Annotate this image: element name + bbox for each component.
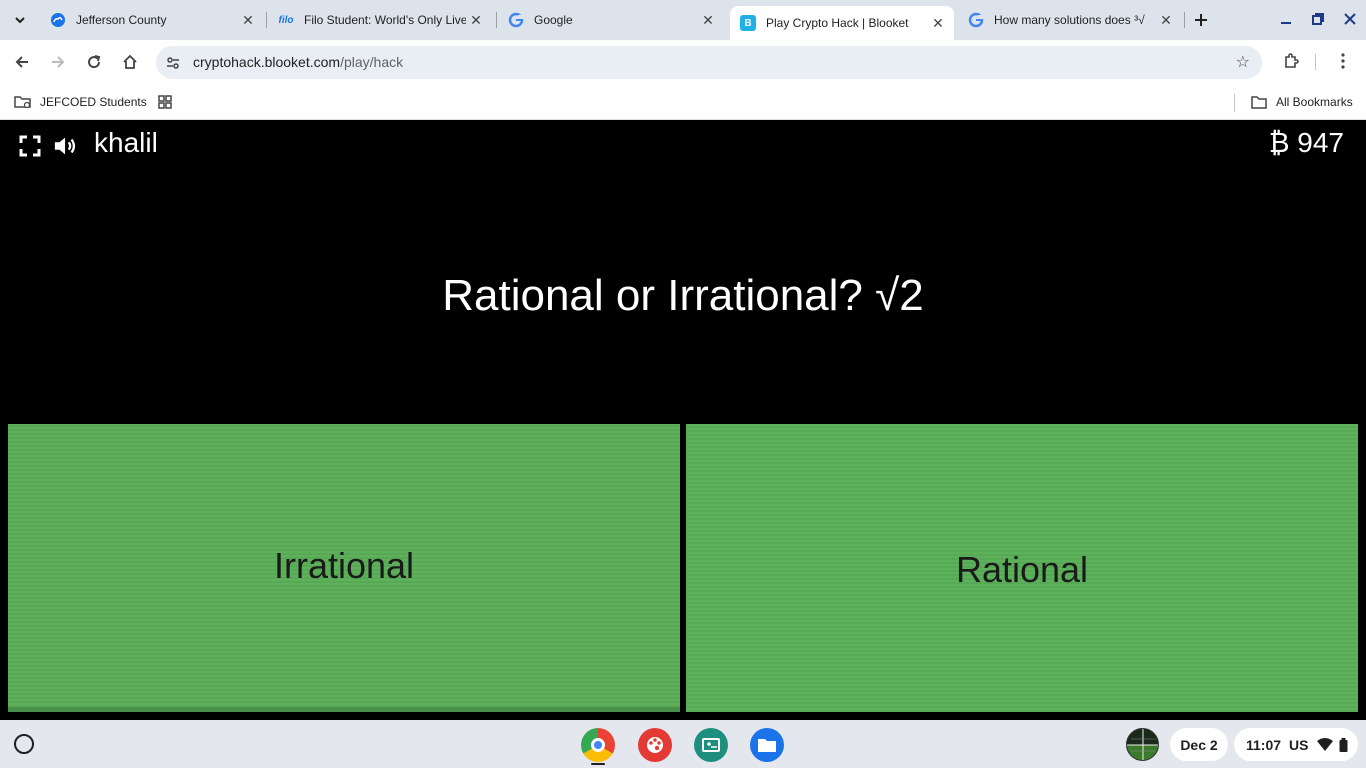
volume-icon (54, 137, 76, 155)
tab-title: Google (534, 13, 573, 27)
more-vert-icon (1341, 53, 1345, 69)
close-tab-icon[interactable]: ✕ (928, 13, 948, 33)
chevron-down-icon (15, 17, 25, 24)
active-app-indicator (591, 763, 605, 765)
url-domain: cryptohack.blooket.com (193, 54, 341, 70)
tab-title: Jefferson County (76, 13, 167, 27)
back-arrow-icon (15, 56, 28, 68)
close-tab-icon[interactable]: ✕ (238, 10, 258, 30)
browser-toolbar: cryptohack.blooket.com/play/hack ☆ (0, 40, 1366, 84)
url-path: /play/hack (340, 54, 404, 70)
bookmark-folder-jefcoed[interactable]: JEFCOED Students (14, 92, 147, 112)
tab-title: How many solutions does ³√ (994, 13, 1145, 27)
close-icon (1344, 13, 1356, 25)
date-text: Dec 2 (1180, 736, 1218, 753)
files-icon[interactable] (750, 728, 784, 762)
reload-icon (88, 55, 101, 69)
site-info-icon[interactable] (164, 54, 182, 72)
fullscreen-icon (19, 135, 41, 157)
bookmarks-separator (1234, 94, 1235, 112)
avatar[interactable] (1126, 728, 1159, 761)
close-window-button[interactable] (1339, 8, 1361, 30)
chrome-center (591, 738, 605, 752)
sound-button[interactable] (53, 133, 79, 159)
close-tab-icon[interactable]: ✕ (466, 10, 486, 30)
tab-separator (496, 12, 497, 28)
cloud-icon (50, 12, 66, 28)
tab-jefferson-county[interactable]: Jefferson County ✕ (40, 0, 264, 40)
browser-menu-button[interactable] (1332, 50, 1354, 72)
managed-folder-icon (14, 95, 32, 109)
forward-button[interactable] (46, 50, 70, 74)
new-tab-button[interactable] (1190, 9, 1212, 31)
minimize-button[interactable] (1275, 8, 1297, 30)
question-text: Rational or Irrational? √2 (442, 271, 924, 320)
bookmarks-bar: JEFCOED Students All Bookmarks (0, 84, 1366, 120)
player-name: khalil (94, 127, 158, 158)
launcher-button[interactable] (14, 734, 34, 754)
tab-search-button[interactable] (6, 8, 34, 32)
battery-icon (1339, 737, 1347, 752)
apps-shortcut[interactable] (156, 92, 182, 112)
game-area: khalil ₿ 947 Rational or Irrational? √2 … (0, 121, 1366, 720)
bitcoin-symbol: ₿ (1268, 127, 1290, 158)
puzzle-icon (1285, 53, 1299, 68)
tab-filo-student[interactable]: filo Filo Student: World's Only Live ✕ (268, 0, 492, 40)
answer-button-rational[interactable]: Rational (686, 424, 1358, 712)
tab-strip: Jefferson County ✕ filo Filo Student: Wo… (0, 0, 1366, 40)
tab-google[interactable]: Google ✕ (498, 0, 724, 40)
answer-label: Rational (955, 549, 1089, 590)
minimize-icon (1281, 22, 1291, 24)
wifi-icon (1316, 737, 1333, 751)
date-tray[interactable]: Dec 2 (1170, 728, 1228, 761)
system-shelf: Dec 2 11:07 US (0, 720, 1366, 768)
tab-title: Filo Student: World's Only Live (304, 13, 466, 27)
close-tab-icon[interactable]: ✕ (698, 10, 718, 30)
fullscreen-button[interactable] (17, 133, 43, 159)
restore-icon (1312, 13, 1324, 25)
reload-button[interactable] (82, 50, 106, 74)
grid-icon (156, 95, 174, 109)
crypto-balance: ₿ 947 (1269, 127, 1344, 159)
close-tab-icon[interactable]: ✕ (1156, 10, 1176, 30)
canvas-paint-icon[interactable] (638, 728, 672, 762)
tab-google-search[interactable]: How many solutions does ³√ ✕ (958, 0, 1182, 40)
balance-value: 947 (1297, 127, 1344, 158)
address-bar[interactable]: cryptohack.blooket.com/play/hack ☆ (156, 46, 1262, 79)
restore-button[interactable] (1307, 8, 1329, 30)
classroom-icon[interactable] (694, 728, 728, 762)
input-method: US (1289, 736, 1309, 753)
google-icon (508, 12, 524, 28)
tab-blooket[interactable]: B Play Crypto Hack | Blooket ✕ (730, 6, 954, 40)
extensions-button[interactable] (1280, 50, 1302, 72)
answer-button-irrational[interactable]: Irrational (8, 424, 680, 712)
tab-title: Play Crypto Hack | Blooket (766, 16, 909, 30)
bookmark-star-icon[interactable]: ☆ (1236, 52, 1250, 72)
toolbar-separator (1315, 54, 1316, 70)
all-bookmarks-button[interactable]: All Bookmarks (1250, 92, 1353, 112)
tab-separator (266, 12, 267, 28)
all-bookmarks-label: All Bookmarks (1276, 95, 1353, 109)
forward-arrow-icon (52, 56, 65, 68)
home-icon (123, 54, 137, 69)
url-text: cryptohack.blooket.com/play/hack (193, 54, 403, 70)
status-tray[interactable]: 11:07 US (1234, 728, 1358, 761)
tab-separator (1184, 12, 1185, 28)
blooket-icon: B (740, 15, 756, 31)
filo-icon: filo (278, 14, 294, 26)
chrome-icon[interactable] (581, 728, 615, 762)
back-button[interactable] (10, 50, 34, 74)
home-button[interactable] (118, 50, 142, 74)
google-icon (968, 12, 984, 28)
bookmark-folder-label: JEFCOED Students (40, 95, 147, 109)
plus-icon (1195, 14, 1207, 26)
clock-text: 11:07 (1246, 736, 1282, 753)
folder-icon (1250, 95, 1268, 109)
answer-label: Irrational (273, 544, 415, 586)
